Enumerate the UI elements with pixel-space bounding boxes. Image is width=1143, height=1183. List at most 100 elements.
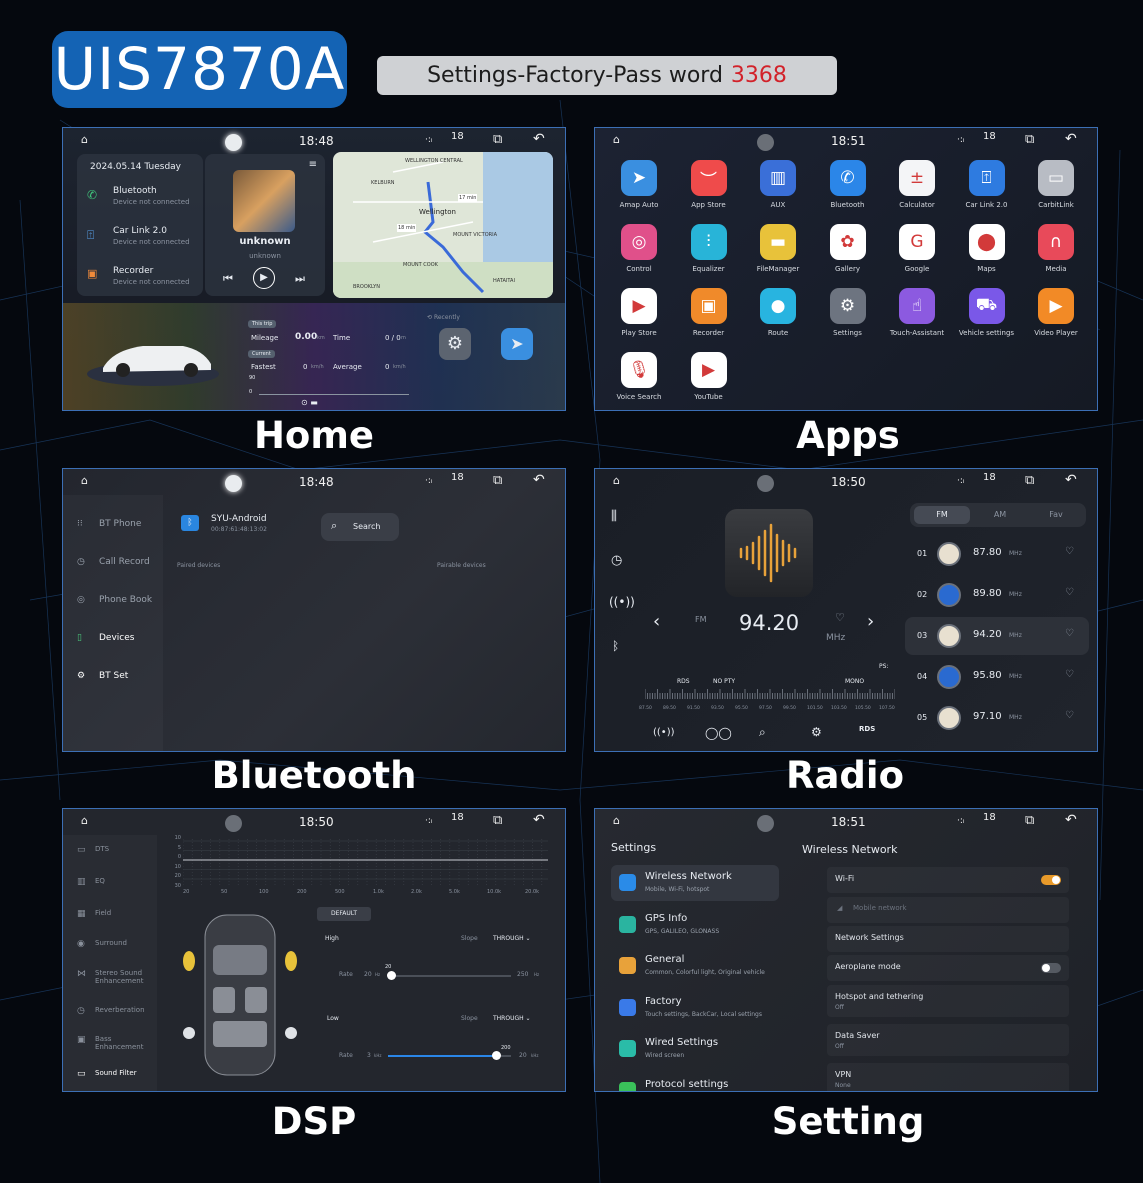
tab-fm[interactable]: FM [914, 506, 970, 524]
station-row[interactable]: 03 94.20 MHz ♡ [905, 617, 1089, 655]
home-icon[interactable]: ⌂ [81, 474, 88, 487]
search-icon[interactable]: ⌕ [759, 725, 766, 740]
app-settings[interactable]: ⚙ Settings [814, 288, 882, 337]
favorite-heart-icon[interactable]: ♡ [1065, 628, 1074, 639]
app-youtube[interactable]: ▶ YouTube [675, 352, 743, 401]
previous-icon[interactable]: ⏮ [223, 272, 233, 286]
station-row[interactable]: 01 87.80 MHz ♡ [905, 535, 1089, 573]
bt-menu-bt-set[interactable]: ⚙ BT Set [73, 661, 211, 691]
slope-select-low[interactable]: THROUGH ⌄ [493, 1015, 531, 1022]
settings-menu-wired-settings[interactable]: Wired Settings Wired screen [611, 1031, 779, 1067]
home-icon[interactable]: ⌂ [613, 814, 620, 827]
station-row[interactable]: 04 95.80 MHz ♡ [905, 658, 1089, 696]
search-button[interactable]: ⌕ Search [321, 513, 399, 541]
station-row[interactable]: 02 89.80 MHz ♡ [905, 576, 1089, 614]
tab-am[interactable]: AM [972, 506, 1028, 524]
broadcast-icon[interactable]: ((•)) [653, 727, 675, 738]
app-carbitlink[interactable]: ▭ CarbitLink [1022, 160, 1090, 209]
app-car-link-2-0[interactable]: ⍐ Car Link 2.0 [953, 160, 1021, 209]
carlink-item[interactable]: Car Link 2.0 [113, 226, 167, 236]
recorder-item[interactable]: Recorder [113, 266, 153, 276]
favorite-heart-icon[interactable]: ♡ [835, 611, 845, 624]
recent-apps-icon[interactable]: ⧉ [493, 473, 502, 488]
recent-apps-icon[interactable]: ⧉ [493, 813, 502, 828]
app-voice-search[interactable]: 🎙 Voice Search [605, 352, 673, 401]
settings-icon[interactable]: ⚙ [439, 328, 471, 360]
app-control[interactable]: ◎ Control [605, 224, 673, 273]
favorite-heart-icon[interactable]: ♡ [1065, 546, 1074, 557]
rds-icon[interactable]: RDS [859, 725, 875, 733]
next-station-icon[interactable]: › [867, 611, 874, 632]
settings-menu-factory[interactable]: Factory Touch settings, BackCar, Local se… [611, 990, 779, 1026]
app-app-store[interactable]: ︶ App Store [675, 160, 743, 209]
app-play-store[interactable]: ▶ Play Store [605, 288, 673, 337]
back-icon[interactable]: ↶ [1065, 472, 1077, 488]
scan-icon[interactable]: ◷ [611, 553, 622, 568]
favorite-heart-icon[interactable]: ♡ [1065, 710, 1074, 721]
home-icon[interactable]: ⌂ [81, 814, 88, 827]
favorite-heart-icon[interactable]: ♡ [1065, 669, 1074, 680]
prev-station-icon[interactable]: ‹ [653, 611, 660, 632]
settings-menu-protocol-settings[interactable]: Protocol settings [611, 1073, 779, 1091]
recent-apps-icon[interactable]: ⧉ [493, 132, 502, 147]
app-filemanager[interactable]: ▬ FileManager [744, 224, 812, 273]
bt-menu-devices[interactable]: ▯ Devices [73, 623, 211, 653]
preset-button[interactable]: DEFAULT [317, 907, 371, 921]
app-gallery[interactable]: ✿ Gallery [814, 224, 882, 273]
back-icon[interactable]: ↶ [1065, 812, 1077, 828]
settings-menu-wireless-network[interactable]: Wireless Network Mobile, Wi-Fi, hotspot [611, 865, 779, 901]
home-icon[interactable]: ⌂ [81, 133, 88, 146]
low-rate-slider[interactable] [388, 1051, 511, 1060]
recent-apps-icon[interactable]: ⧉ [1025, 473, 1034, 488]
home-icon[interactable]: ⌂ [613, 474, 620, 487]
recent-apps-icon[interactable]: ⧉ [1025, 813, 1034, 828]
app-recorder[interactable]: ▣ Recorder [675, 288, 743, 337]
wifi-toggle[interactable] [1041, 875, 1061, 885]
high-rate-slider[interactable] [387, 971, 511, 980]
bluetooth-icon[interactable]: ᛒ [612, 639, 619, 653]
app-aux[interactable]: ▥ AUX [744, 160, 812, 209]
wireless-row-vpn[interactable]: VPN None [827, 1063, 1069, 1091]
stereo-icon[interactable]: ◯◯ [705, 726, 732, 740]
music-card[interactable]: ≡ unknown unknown ⏮ ▶ ⏭ [205, 154, 325, 296]
app-calculator[interactable]: ± Calculator [883, 160, 951, 209]
play-icon[interactable]: ▶ [253, 267, 275, 289]
app-google[interactable]: G Google [883, 224, 951, 273]
settings-menu-gps-info[interactable]: GPS Info GPS, GALILEO, GLONASS [611, 907, 779, 943]
app-vehicle-settings[interactable]: ⛟ Vehicle settings [953, 288, 1021, 337]
page-indicator[interactable]: ⊙ ▬ [301, 398, 318, 407]
favorite-heart-icon[interactable]: ♡ [1065, 587, 1074, 598]
wireless-row-mobile-network[interactable]: Mobile network ◢ [827, 897, 1069, 923]
navigation-icon[interactable]: ➤ [501, 328, 533, 360]
map-widget[interactable]: WELLINGTON CENTRAL Wellington 17 min 18 … [333, 152, 553, 298]
next-icon[interactable]: ⏭ [295, 272, 305, 286]
broadcast-icon[interactable]: ((•)) [609, 595, 635, 609]
recent-apps-icon[interactable]: ⧉ [1025, 132, 1034, 147]
settings-menu-general[interactable]: General Common, Colorful light, Original … [611, 948, 779, 984]
app-amap-auto[interactable]: ➤ Amap Auto [605, 160, 673, 209]
wireless-row-data-saver[interactable]: Data Saver Off [827, 1024, 1069, 1056]
tab-fav[interactable]: Fav [1030, 506, 1082, 524]
slope-select-high[interactable]: THROUGH ⌄ [493, 935, 531, 942]
app-bluetooth[interactable]: ✆ Bluetooth [814, 160, 882, 209]
station-list-icon[interactable]: ⫼ [611, 509, 617, 524]
app-touch-assistant[interactable]: ☝ Touch-Assistant [883, 288, 951, 337]
back-icon[interactable]: ↶ [1065, 131, 1077, 147]
wireless-row-hotspot-and-tethering[interactable]: Hotspot and tethering Off [827, 985, 1069, 1017]
app-video-player[interactable]: ▶ Video Player [1022, 288, 1090, 337]
back-icon[interactable]: ↶ [533, 131, 545, 147]
bt-menu-phone-book[interactable]: ◎ Phone Book [73, 585, 211, 615]
app-route[interactable]: ● Route [744, 288, 812, 337]
bluetooth-item[interactable]: Bluetooth [113, 186, 157, 196]
app-equalizer[interactable]: ⫶ Equalizer [675, 224, 743, 273]
wireless-row-network-settings[interactable]: Network Settings [827, 926, 1069, 952]
home-icon[interactable]: ⌂ [613, 133, 620, 146]
wireless-row-aeroplane-mode[interactable]: Aeroplane mode [827, 955, 1069, 981]
aeroplane-toggle[interactable] [1041, 963, 1061, 973]
back-icon[interactable]: ↶ [533, 472, 545, 488]
playlist-icon[interactable]: ≡ [309, 159, 317, 170]
wireless-row-wi-fi[interactable]: Wi-Fi [827, 867, 1069, 893]
station-row[interactable]: 05 97.10 MHz ♡ [905, 699, 1089, 737]
app-maps[interactable]: ⬤ Maps [953, 224, 1021, 273]
settings-icon[interactable]: ⚙ [811, 725, 822, 739]
